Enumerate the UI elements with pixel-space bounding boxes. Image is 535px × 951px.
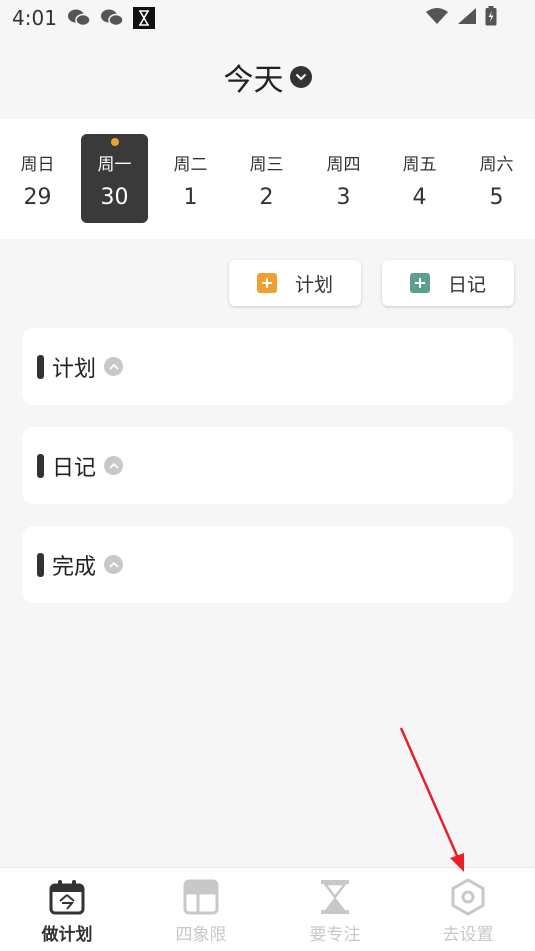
section-diary[interactable]: 日记 bbox=[22, 427, 513, 504]
section-title: 日记 bbox=[52, 455, 97, 481]
status-bar: 4:01 bbox=[0, 0, 535, 36]
quadrant-icon bbox=[183, 879, 219, 915]
nav-label: 要专注 bbox=[309, 925, 361, 945]
chevron-up-icon[interactable] bbox=[104, 357, 124, 376]
plus-icon bbox=[256, 273, 277, 293]
day-name: 周二 bbox=[173, 155, 208, 175]
nav-settings[interactable]: 去设置 bbox=[401, 878, 535, 950]
day-mon-selected[interactable]: 周一 30 bbox=[81, 134, 148, 223]
add-plan-button[interactable]: 计划 bbox=[229, 260, 361, 306]
day-wed[interactable]: 周三 2 bbox=[233, 134, 300, 223]
hourglass-app-icon bbox=[132, 7, 155, 29]
nav-focus[interactable]: 要专注 bbox=[268, 878, 402, 950]
week-strip: 周日 29 周一 30 周二 1 周三 2 周四 3 周五 4 周六 5 bbox=[0, 119, 535, 239]
day-sat[interactable]: 周六 5 bbox=[463, 134, 530, 223]
date-header[interactable]: 今天 bbox=[0, 36, 535, 118]
nav-quadrant[interactable]: 四象限 bbox=[134, 878, 268, 950]
section-title: 计划 bbox=[52, 356, 97, 382]
day-number: 4 bbox=[412, 185, 427, 210]
chevron-down-icon[interactable] bbox=[289, 66, 312, 88]
day-thu[interactable]: 周四 3 bbox=[310, 134, 377, 223]
bottom-nav: 做计划 四象限 要专注 去设置 bbox=[0, 867, 535, 951]
hourglass-icon bbox=[321, 880, 349, 914]
chevron-up-icon[interactable] bbox=[104, 555, 124, 574]
day-name: 周日 bbox=[20, 155, 55, 175]
nav-label: 去设置 bbox=[442, 925, 494, 945]
wifi-icon bbox=[426, 8, 448, 24]
signal-icon bbox=[458, 8, 476, 24]
status-time: 4:01 bbox=[12, 6, 57, 30]
nav-label: 四象限 bbox=[175, 925, 227, 945]
plus-icon bbox=[409, 273, 430, 293]
add-diary-label: 日记 bbox=[447, 273, 486, 296]
day-fri[interactable]: 周五 4 bbox=[386, 134, 453, 223]
calendar-today-icon bbox=[49, 880, 85, 915]
wechat-icon-2 bbox=[100, 9, 124, 27]
page-title[interactable]: 今天 bbox=[224, 55, 284, 99]
section-done[interactable]: 完成 bbox=[22, 526, 513, 603]
nav-label: 做计划 bbox=[41, 925, 93, 945]
event-dot bbox=[110, 138, 119, 146]
nav-plan[interactable]: 做计划 bbox=[0, 878, 134, 950]
day-number: 2 bbox=[259, 185, 274, 210]
chevron-up-icon[interactable] bbox=[104, 456, 124, 475]
section-marker bbox=[37, 552, 44, 577]
day-number: 3 bbox=[336, 185, 351, 210]
section-title: 完成 bbox=[52, 554, 97, 580]
day-name: 周三 bbox=[249, 155, 284, 175]
day-number: 29 bbox=[23, 185, 52, 210]
day-sun[interactable]: 周日 29 bbox=[4, 134, 71, 223]
add-diary-button[interactable]: 日记 bbox=[382, 260, 514, 306]
section-plan[interactable]: 计划 bbox=[22, 328, 513, 405]
day-name: 周六 bbox=[479, 155, 514, 175]
wechat-icon bbox=[67, 9, 91, 27]
day-name: 周五 bbox=[402, 155, 437, 175]
section-marker bbox=[37, 453, 44, 478]
day-name: 周四 bbox=[326, 155, 361, 175]
day-name: 周一 bbox=[97, 155, 132, 175]
day-number: 5 bbox=[489, 185, 504, 210]
settings-hexagon-icon bbox=[451, 878, 485, 916]
section-marker bbox=[37, 354, 44, 379]
day-number: 1 bbox=[183, 185, 198, 210]
day-number: 30 bbox=[100, 185, 129, 210]
day-tue[interactable]: 周二 1 bbox=[157, 134, 224, 223]
battery-icon bbox=[485, 6, 497, 26]
add-plan-label: 计划 bbox=[294, 273, 333, 296]
